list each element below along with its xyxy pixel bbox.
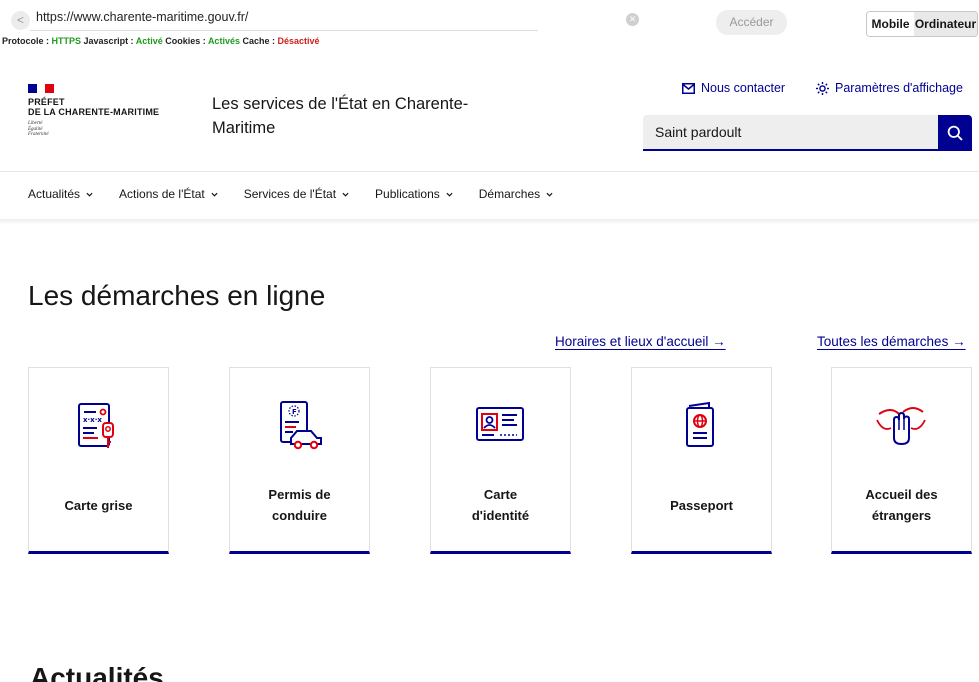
nav-item-label: Actualités xyxy=(28,187,81,201)
prefecture-logo-text[interactable]: PRÉFET DE LA CHARENTE-MARITIME xyxy=(28,97,159,117)
card-label: Passeport xyxy=(670,497,733,513)
display-settings-button[interactable]: Paramètres d'affichage xyxy=(816,81,963,95)
mail-icon xyxy=(682,82,695,94)
js-value: Activé xyxy=(135,36,163,46)
main-nav: Actualités Actions de l'État Services de… xyxy=(28,187,579,201)
protocol-value: HTTPS xyxy=(51,36,82,46)
contact-label: Nous contacter xyxy=(701,81,786,95)
card-carte-grise[interactable]: x·x·x Carte grise xyxy=(28,367,169,554)
back-button[interactable]: < xyxy=(11,11,30,30)
protocol-label: Protocole : xyxy=(2,36,52,46)
contact-link[interactable]: Nous contacter xyxy=(682,81,785,95)
cookies-label: Cookies : xyxy=(162,36,208,46)
cache-label: Cache : xyxy=(239,36,278,46)
service-title[interactable]: Les services de l'État en Charente-Marit… xyxy=(212,92,472,140)
clear-url-icon[interactable]: ✕ xyxy=(626,13,639,26)
go-button[interactable]: Accéder xyxy=(716,10,787,35)
cookies-value: Activés xyxy=(207,36,240,46)
chevron-down-icon xyxy=(342,192,349,197)
card-label: Carte grise xyxy=(64,497,133,513)
vehicle-registration-icon: x·x·x xyxy=(78,403,114,448)
chevron-down-icon xyxy=(211,192,218,197)
chevron-down-icon xyxy=(446,192,453,197)
card-label: Carte d'identité xyxy=(471,487,530,523)
foreigners-welcome-icon xyxy=(876,407,926,446)
card-passeport[interactable]: Passeport xyxy=(631,367,772,554)
card-label: Permis de conduire xyxy=(268,487,331,523)
nav-item-services[interactable]: Services de l'État xyxy=(244,187,349,201)
passport-icon xyxy=(686,401,714,447)
protocol-status-line: Protocole : HTTPS Javascript : Activé Co… xyxy=(2,36,320,46)
svg-text:x·x·x: x·x·x xyxy=(83,416,102,424)
nav-shadow xyxy=(0,219,979,224)
display-settings-label: Paramètres d'affichage xyxy=(835,81,963,95)
mode-desktop-button[interactable]: Ordinateur xyxy=(914,12,977,36)
section-title-demarches: Les démarches en ligne xyxy=(28,280,326,311)
nav-item-label: Services de l'État xyxy=(243,187,337,201)
republic-motto: Liberté Égalité Fraternité xyxy=(28,121,49,138)
js-label: Javascript : xyxy=(81,36,136,46)
nav-item-actualites[interactable]: Actualités xyxy=(28,187,93,201)
id-card-icon xyxy=(476,407,524,441)
marianne-line-2: DE LA CHARENTE-MARITIME xyxy=(28,107,160,117)
marianne-line-1: PRÉFET xyxy=(28,97,65,107)
mode-mobile-button[interactable]: Mobile xyxy=(867,12,914,36)
motto-line-3: Fraternité xyxy=(28,132,49,137)
card-label: Accueil des étrangers xyxy=(865,487,938,523)
card-carte-identite[interactable]: Carte d'identité xyxy=(430,367,571,554)
svg-text:F: F xyxy=(292,408,297,416)
driving-licence-icon: F xyxy=(280,401,322,450)
horaires-link[interactable]: Horaires et lieux d'accueil → xyxy=(555,334,726,349)
browser-toolbar: < https://www.charente-maritime.gouv.fr/… xyxy=(0,0,979,50)
chevron-down-icon xyxy=(86,192,93,197)
address-bar[interactable]: https://www.charente-maritime.gouv.fr/ xyxy=(36,10,248,24)
all-procedures-link[interactable]: Toutes les démarches → xyxy=(817,334,966,349)
republic-flag-logo[interactable] xyxy=(28,84,55,93)
search-icon xyxy=(947,125,963,141)
card-accueil-etrangers[interactable]: Accueil des étrangers xyxy=(831,367,972,554)
card-permis-de-conduire[interactable]: F Permis de conduire xyxy=(229,367,370,554)
nav-item-label: Publications xyxy=(375,187,440,201)
sun-icon xyxy=(816,81,829,95)
cache-value: Désactivé xyxy=(277,36,320,46)
view-mode-toggle: Mobile Ordinateur xyxy=(866,11,978,37)
section-title-actualites: Actualités xyxy=(30,662,164,682)
chevron-down-icon xyxy=(546,192,553,197)
nav-item-actions[interactable]: Actions de l'État xyxy=(119,187,218,201)
search-input[interactable] xyxy=(643,115,938,151)
nav-item-label: Actions de l'État xyxy=(119,187,205,201)
nav-item-label: Démarches xyxy=(478,187,541,201)
nav-item-publications[interactable]: Publications xyxy=(375,187,453,201)
nav-item-demarches[interactable]: Démarches xyxy=(479,187,553,201)
header-divider xyxy=(0,171,979,172)
search-button[interactable] xyxy=(938,115,972,151)
address-bar-underline xyxy=(30,30,538,31)
